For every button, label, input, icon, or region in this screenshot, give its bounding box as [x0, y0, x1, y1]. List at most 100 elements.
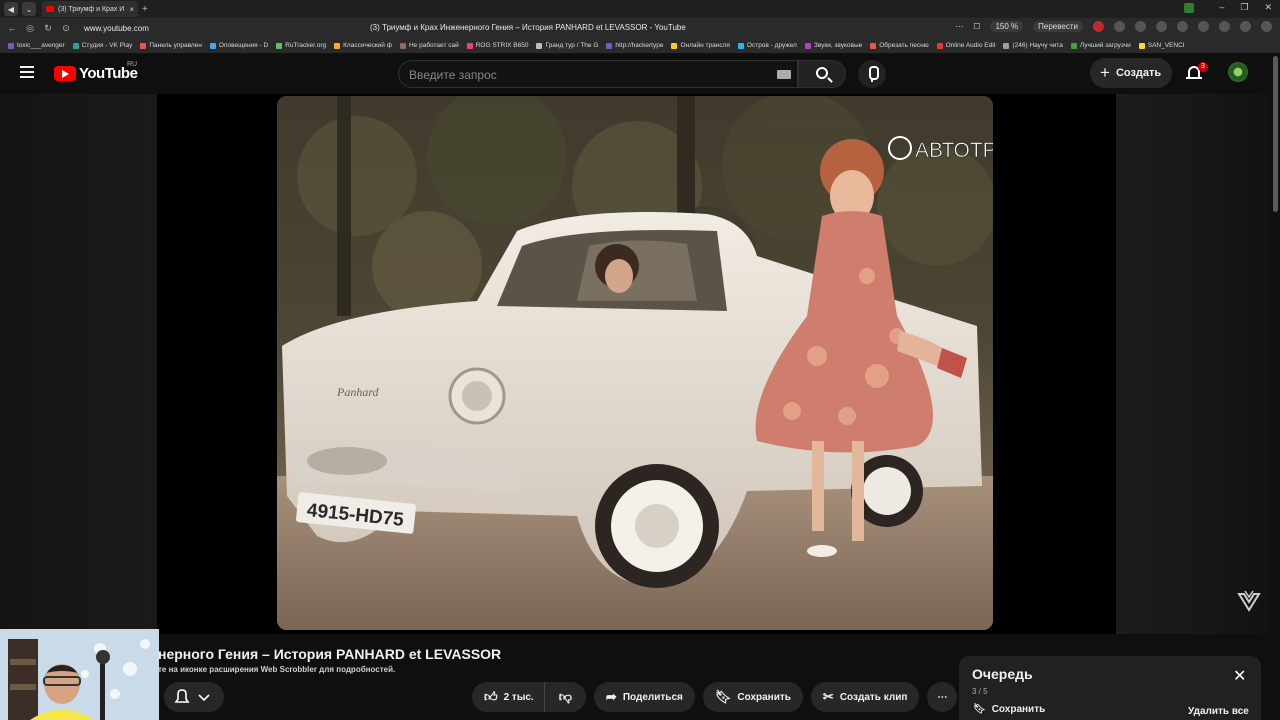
bookmark-favicon-icon — [1003, 42, 1010, 49]
bookmark-favicon-icon — [1070, 42, 1077, 49]
bookmark-item[interactable]: Оповещения - D — [209, 42, 268, 49]
bookmark-item[interactable]: Остров - дружел — [737, 42, 797, 49]
browser-tab[interactable]: (3) Триумф и Крах И × — [42, 1, 138, 17]
video-player[interactable]: 4915-HD75 Panhard АВТОТР — [157, 94, 1116, 634]
create-button[interactable]: + Создать — [1090, 58, 1172, 88]
bookmark-item[interactable]: Обрезать песню — [870, 42, 929, 49]
share-button[interactable]: ➦ Поделиться — [593, 682, 695, 712]
url-field[interactable]: www.youtube.com — [84, 24, 149, 33]
zoom-indicator[interactable]: 150 % — [990, 21, 1024, 32]
subscription-bell-button[interactable] — [164, 682, 224, 712]
avatar[interactable] — [1228, 62, 1248, 82]
more-actions-button[interactable]: ⋯ — [927, 682, 958, 712]
bookmark-item[interactable]: Гранд тур / The G — [536, 42, 598, 49]
bookmark-item[interactable]: Звуки, звуковые — [804, 42, 862, 49]
address-bar: ← ◎ ↻ ⊙ www.youtube.com (3) Триумф и Кра… — [0, 18, 1280, 38]
bookmark-favicon-icon — [671, 42, 678, 49]
bookmark-item[interactable]: http://hackertype — [606, 42, 663, 49]
thumbs-up-icon: 👍︎ — [484, 689, 498, 704]
country-code: RU — [127, 61, 138, 68]
queue-save-label: Сохранить — [991, 704, 1046, 715]
page-scrollbar[interactable] — [1270, 54, 1280, 720]
bookmark-icon: 🔖︎ — [973, 704, 986, 715]
bookmark-favicon-icon — [737, 42, 744, 49]
close-tab-icon[interactable]: × — [129, 5, 134, 14]
tab-title: (3) Триумф и Крах И — [58, 5, 125, 13]
save-label: Сохранить — [737, 691, 791, 703]
bookmark-item[interactable]: Онлайн трансля — [671, 42, 730, 49]
extension-icon[interactable] — [1114, 21, 1125, 32]
bookmark-label: Гранд тур / The G — [545, 42, 599, 49]
reload-icon[interactable]: ↻ — [42, 23, 54, 34]
search-box — [398, 60, 798, 88]
bookmark-label: Лучший загрузчи — [1079, 42, 1131, 49]
bell-icon — [174, 689, 210, 703]
lock-icon[interactable]: ⊙ — [60, 23, 72, 34]
more-icon[interactable]: ⋯ — [955, 22, 963, 31]
menu-icon[interactable] — [20, 66, 34, 78]
save-button[interactable]: 🔖︎ Сохранить — [702, 682, 803, 712]
plus-icon: + — [1100, 63, 1110, 82]
translate-button[interactable]: Перевести — [1033, 21, 1083, 32]
remove-all-button[interactable]: Удалить все — [1188, 706, 1249, 717]
bookmark-item[interactable]: (246) Научу чита — [1003, 42, 1063, 49]
queue-panel: Очередь 3 / 5 ✕ 🔖︎ Сохранить Удалить все — [959, 656, 1261, 720]
extension-icon[interactable] — [1135, 21, 1146, 32]
scrobbler-note: те на иконке расширения Web Scrobbler дл… — [158, 665, 396, 674]
notification-badge: 3 — [1198, 62, 1208, 72]
page-title: (3) Триумф и Крах Инженерного Гения – Ис… — [370, 23, 686, 32]
bookmark-label: ROG STRIX B650 — [475, 42, 529, 49]
sound-icon[interactable]: ◀ — [4, 2, 18, 16]
bookmark-item[interactable]: RuTracker.org — [276, 42, 326, 49]
restore-icon[interactable]: ❐ — [1240, 2, 1248, 13]
bookmark-item[interactable]: Студия - VK Play — [72, 42, 132, 49]
bookmark-item[interactable]: Панель управлен — [140, 42, 202, 49]
like-count: 2 тыс. — [503, 691, 534, 703]
extension-icon[interactable] — [1240, 21, 1251, 32]
bookmark-favicon-icon — [399, 42, 406, 49]
bookmark-item[interactable]: Классический ф — [334, 42, 392, 49]
extension-icon[interactable] — [1184, 3, 1194, 13]
watermark-text: АВТОТРЕНДЫ — [915, 139, 993, 162]
queue-save-button[interactable]: 🔖︎ Сохранить — [973, 704, 1045, 715]
bookmark-icon[interactable]: ☐ — [973, 22, 980, 31]
microphone-icon[interactable] — [858, 60, 886, 88]
bookmark-item[interactable]: Online Audio Edit — [936, 42, 995, 49]
protect-icon[interactable]: ◎ — [24, 23, 36, 34]
minimize-icon[interactable]: – — [1219, 2, 1224, 13]
bookmark-favicon-icon — [536, 42, 543, 49]
bookmark-label: Обрезать песню — [879, 42, 929, 49]
youtube-logo[interactable]: YouTube RU — [54, 61, 138, 82]
bookmark-item[interactable]: toxic___avenger — [8, 42, 65, 49]
tab-list-icon[interactable]: ⌄ — [22, 2, 36, 16]
search-button[interactable] — [798, 60, 846, 88]
bookmark-favicon-icon — [276, 42, 283, 49]
bookmark-favicon-icon — [8, 42, 14, 49]
search-input[interactable] — [409, 67, 769, 83]
dislike-button[interactable]: 👎︎ — [543, 682, 586, 712]
extension-icon[interactable] — [1198, 21, 1209, 32]
download-icon[interactable] — [1261, 21, 1272, 32]
clip-button[interactable]: ✂ Создать клип — [810, 682, 920, 712]
bookmark-item[interactable]: SAN_VENCI — [1138, 42, 1185, 49]
queue-title: Очередь — [972, 666, 1033, 682]
scrollbar-thumb[interactable] — [1273, 56, 1278, 212]
extension-icon[interactable] — [1219, 21, 1230, 32]
extension-icon[interactable] — [1177, 21, 1188, 32]
bookmark-item[interactable]: Не работает сай — [399, 42, 459, 49]
extension-icon[interactable] — [1093, 21, 1104, 32]
bookmark-item[interactable]: Лучший загрузчи — [1070, 42, 1131, 49]
bookmark-label: Остров - дружел — [746, 42, 797, 49]
extension-icon[interactable] — [1156, 21, 1167, 32]
close-icon[interactable]: ✕ — [1233, 666, 1246, 686]
close-window-icon[interactable]: ✕ — [1264, 2, 1272, 13]
like-button[interactable]: 👍︎ 2 тыс. — [472, 682, 544, 712]
search-icon — [816, 67, 828, 79]
new-tab-icon[interactable]: + — [142, 4, 148, 15]
bookmark-item[interactable]: ROG STRIX B650 — [466, 42, 529, 49]
bookmark-label: (246) Научу чита — [1012, 42, 1063, 49]
keyboard-icon[interactable] — [777, 70, 791, 79]
bookmark-favicon-icon — [804, 42, 811, 49]
back-icon[interactable]: ← — [6, 23, 18, 33]
action-bar: 👍︎ 2 тыс. 👎︎ ➦ Поделиться 🔖︎ Сохранить ✂… — [472, 682, 958, 712]
